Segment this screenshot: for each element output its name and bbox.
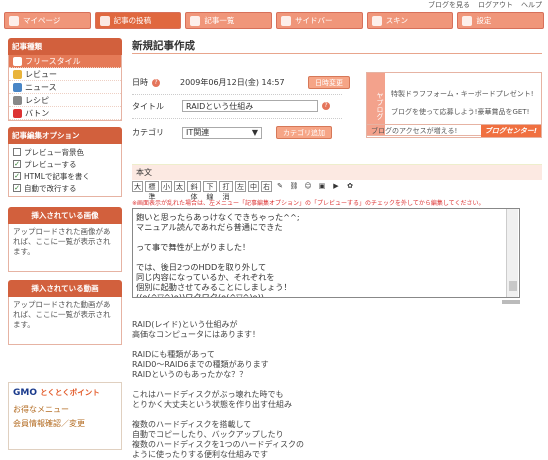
videos-heading: 挿入されている動画 bbox=[8, 280, 122, 297]
size-normal-button[interactable]: 標準 bbox=[145, 181, 159, 201]
option-autobreak[interactable]: ✓ 自動で改行する bbox=[9, 182, 121, 194]
scrollbar-thumb[interactable] bbox=[509, 281, 517, 291]
type-heading: 記事種類 bbox=[8, 38, 122, 55]
body-label: 本文 bbox=[132, 164, 542, 180]
size-large-button[interactable]: 大 bbox=[132, 181, 143, 192]
title-label: タイトル bbox=[132, 101, 164, 111]
bold-button[interactable]: 太 bbox=[174, 181, 185, 192]
underline-button[interactable]: 下線 bbox=[203, 181, 217, 201]
gmo-panel: GMO とくとくポイント お得なメニュー 会員情報確認／変更 bbox=[8, 382, 122, 450]
align-right-button[interactable]: 右 bbox=[261, 181, 272, 192]
sidebar-item-news[interactable]: ニュース bbox=[9, 81, 121, 94]
gmo-account-link[interactable]: 会員情報確認／変更 bbox=[13, 418, 117, 429]
sidebar-item-freestyle[interactable]: フリースタイル bbox=[9, 55, 121, 68]
tab-settings[interactable]: 設定 bbox=[457, 12, 545, 29]
list-icon bbox=[190, 15, 201, 26]
gmo-menu-link[interactable]: お得なメニュー bbox=[13, 404, 117, 415]
category-row: カテゴリ IT関連 ▼ カテゴリ追加 bbox=[132, 126, 332, 139]
globe-icon bbox=[13, 82, 22, 92]
baton-icon bbox=[13, 108, 22, 118]
title-row: タイトル RAIDという仕組み ? bbox=[132, 100, 330, 112]
fork-icon bbox=[13, 95, 22, 105]
category-select[interactable]: IT関連 ▼ bbox=[182, 126, 262, 139]
main-tabs: マイページ 記事の投稿 記事一覧 サイドバー スキン 設定 bbox=[4, 12, 545, 29]
date-value: 2009年06月12日(金) 14:57 bbox=[180, 78, 285, 87]
logout-link[interactable]: ログアウト bbox=[478, 0, 513, 10]
divider bbox=[132, 118, 342, 119]
sidebar-item-review[interactable]: レビュー bbox=[9, 68, 121, 81]
title-input[interactable]: RAIDという仕組み bbox=[182, 100, 318, 112]
tab-post[interactable]: 記事の投稿 bbox=[94, 12, 182, 29]
chevron-down-icon: ▼ bbox=[251, 128, 258, 137]
images-heading: 挿入されている画像 bbox=[8, 207, 122, 224]
color-pen-icon[interactable]: ✎ bbox=[274, 181, 286, 192]
page-title: 新規記事作成 bbox=[132, 38, 542, 54]
size-small-button[interactable]: 小 bbox=[161, 181, 172, 192]
star-icon bbox=[13, 69, 22, 79]
help-icon[interactable]: ? bbox=[152, 78, 160, 87]
sidebar-icon bbox=[281, 15, 292, 26]
pencil-icon bbox=[99, 15, 110, 26]
date-row: 日時? 2009年06月12日(金) 14:57 日時変更 bbox=[132, 76, 350, 89]
gear-icon bbox=[462, 15, 473, 26]
tab-mypage[interactable]: マイページ bbox=[4, 12, 91, 29]
sidebar-item-baton[interactable]: バトン bbox=[9, 107, 121, 120]
strike-button[interactable]: 打消 bbox=[219, 181, 233, 201]
italic-button[interactable]: 斜体 bbox=[187, 181, 201, 201]
option-preview[interactable]: ✓ プレビューする bbox=[9, 158, 121, 170]
blog-center-button[interactable]: ブログセンター! bbox=[480, 125, 541, 137]
picture-icon[interactable]: ▣ bbox=[316, 181, 328, 192]
date-label: 日時? bbox=[132, 77, 180, 88]
palette-icon[interactable]: ✿ bbox=[344, 181, 356, 192]
link-icon[interactable]: ⛓ bbox=[288, 181, 300, 192]
checkbox[interactable] bbox=[13, 148, 21, 156]
images-note: アップロードされた画像があれば、ここに一覧が表示されます。 bbox=[8, 224, 122, 272]
video-icon[interactable]: ▶ bbox=[330, 181, 342, 192]
gmo-logo: GMO とくとくポイント bbox=[13, 388, 100, 398]
emoji-icon[interactable]: ☺ bbox=[302, 181, 314, 192]
edit-warning: ※画面表示が乱れた場合は、左メニュー「記事編集オプション」の「プレビューする」の… bbox=[132, 200, 485, 207]
align-center-button[interactable]: 中 bbox=[248, 181, 259, 192]
tab-list[interactable]: 記事一覧 bbox=[185, 12, 273, 29]
category-label: カテゴリ bbox=[132, 128, 164, 137]
main-content: 新規記事作成 日時? 2009年06月12日(金) 14:57 日時変更 タイト… bbox=[132, 38, 542, 459]
option-preview-bg[interactable]: プレビュー背景色 bbox=[9, 146, 121, 158]
banner-line1: 特製ドラフフォーム・キーボードプレゼント! bbox=[391, 90, 534, 98]
sidebar: 記事種類 フリースタイル レビュー ニュース レシピ バトン 記事編集オプション… bbox=[8, 38, 122, 345]
textarea-scrollbar[interactable] bbox=[506, 209, 518, 297]
videos-note: アップロードされた動画があれば、ここに一覧が表示されます。 bbox=[8, 297, 122, 345]
pencil-icon bbox=[13, 56, 22, 66]
view-blog-link[interactable]: ブログを見る bbox=[428, 0, 470, 10]
sidebar-item-recipe[interactable]: レシピ bbox=[9, 94, 121, 107]
blog-center-bar[interactable]: ブログのアクセスが増える! ブログセンター! bbox=[366, 124, 542, 138]
help-link[interactable]: ヘルプ bbox=[521, 0, 542, 10]
brush-icon bbox=[371, 15, 382, 26]
preview-text: RAID(レイド)という仕組みが 高価なコンピュータにはあります！ RAIDにも… bbox=[132, 320, 304, 459]
help-icon[interactable]: ? bbox=[322, 102, 330, 110]
align-left-button[interactable]: 左 bbox=[235, 181, 246, 192]
resize-handle[interactable] bbox=[502, 300, 520, 304]
body-textarea[interactable]: 飽いと思ったらあっけなくできちゃった^^; マニュアル読んであれだら普通にできた… bbox=[132, 208, 520, 298]
options-heading: 記事編集オプション bbox=[8, 127, 122, 144]
category-add-button[interactable]: カテゴリ追加 bbox=[276, 126, 332, 139]
checkbox-checked[interactable]: ✓ bbox=[13, 184, 21, 192]
option-html[interactable]: ✓ HTMLで記事を書く bbox=[9, 170, 121, 182]
tab-sidebar[interactable]: サイドバー bbox=[276, 12, 363, 29]
top-links: ブログを見る ログアウト ヘルプ bbox=[428, 0, 542, 10]
tab-skin[interactable]: スキン bbox=[366, 12, 454, 29]
editor-toolbar: 大 標準 小 太 斜体 下線 打消 左 中 右 ✎ ⛓ ☺ ▣ ▶ ✿ bbox=[132, 181, 356, 201]
house-icon bbox=[9, 15, 19, 26]
banner-line2: ブログを使って応募しよう!豪華賞品をGET! bbox=[391, 108, 530, 116]
divider bbox=[132, 94, 342, 95]
date-change-button[interactable]: 日時変更 bbox=[308, 76, 350, 89]
checkbox-checked[interactable]: ✓ bbox=[13, 172, 21, 180]
checkbox-checked[interactable]: ✓ bbox=[13, 160, 21, 168]
